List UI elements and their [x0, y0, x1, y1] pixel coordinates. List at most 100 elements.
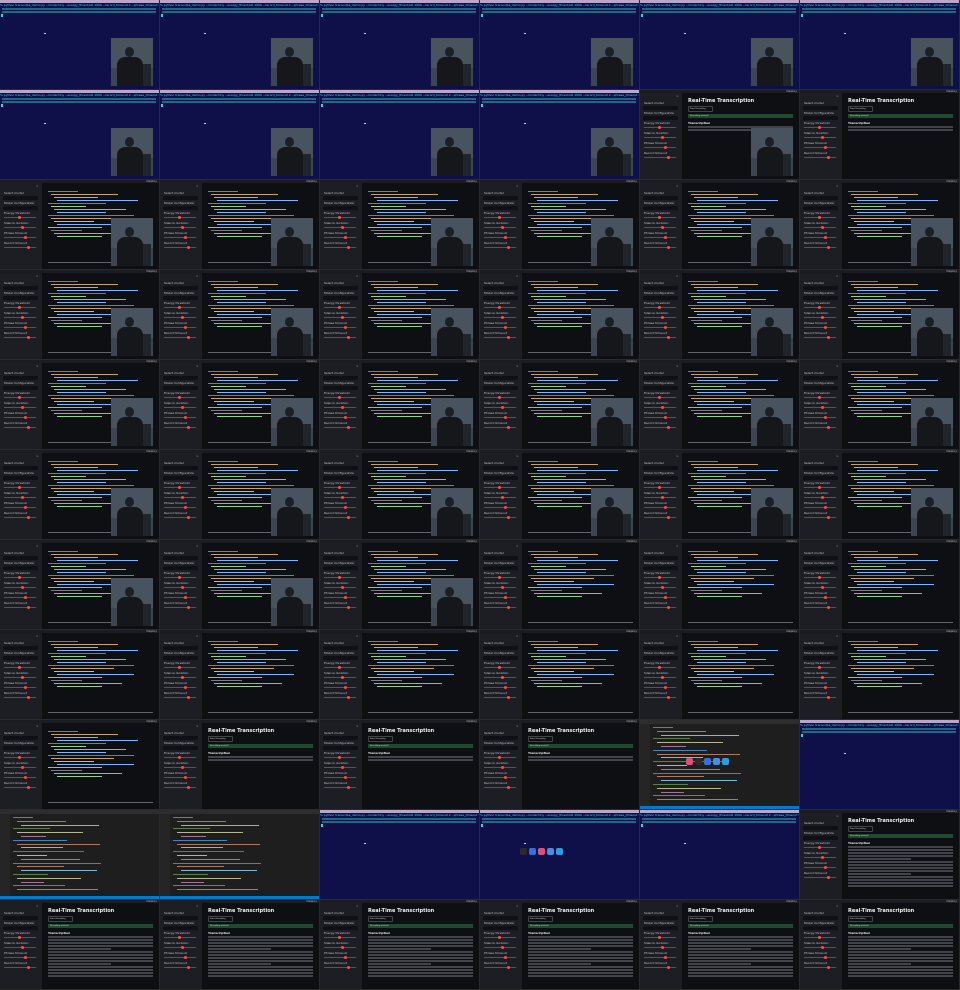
- sidebar-slider[interactable]: [644, 936, 676, 939]
- slider-knob[interactable]: [21, 946, 24, 949]
- deploy-button[interactable]: Deploy: [786, 180, 797, 183]
- editor-tabs[interactable]: [0, 810, 159, 814]
- sidebar-close-icon[interactable]: ×: [356, 545, 359, 548]
- sidebar-slider[interactable]: [484, 786, 516, 789]
- slider-knob[interactable]: [24, 686, 27, 689]
- sidebar-slider[interactable]: [804, 496, 836, 499]
- sidebar-slider[interactable]: [644, 596, 676, 599]
- sidebar-slider[interactable]: [804, 306, 836, 309]
- sidebar-slider[interactable]: [164, 506, 196, 509]
- start-recording-button[interactable]: Start Recording: [368, 736, 393, 742]
- sidebar-slider[interactable]: [324, 786, 356, 789]
- deploy-button[interactable]: Deploy: [466, 630, 477, 633]
- config-select[interactable]: [323, 206, 358, 210]
- slider-knob[interactable]: [821, 496, 824, 499]
- config-select[interactable]: [163, 476, 198, 480]
- deploy-button[interactable]: Deploy: [946, 270, 957, 273]
- sidebar-slider[interactable]: [324, 486, 356, 489]
- slider-knob[interactable]: [507, 246, 510, 249]
- sidebar-slider[interactable]: [484, 936, 516, 939]
- config-select[interactable]: [643, 476, 678, 480]
- sidebar-close-icon[interactable]: ×: [676, 905, 679, 908]
- sidebar-slider[interactable]: [4, 246, 36, 249]
- sidebar-close-icon[interactable]: ×: [836, 455, 839, 458]
- sidebar-slider[interactable]: [804, 856, 836, 859]
- model-select[interactable]: [803, 196, 838, 200]
- model-select[interactable]: [323, 286, 358, 290]
- dock-app-icon[interactable]: [713, 758, 720, 765]
- model-select[interactable]: [803, 916, 838, 920]
- config-select[interactable]: [3, 386, 38, 390]
- slider-knob[interactable]: [827, 966, 830, 969]
- sidebar-slider[interactable]: [644, 426, 676, 429]
- slider-knob[interactable]: [827, 876, 830, 879]
- slider-knob[interactable]: [24, 596, 27, 599]
- model-select[interactable]: [483, 646, 518, 650]
- slider-knob[interactable]: [498, 576, 501, 579]
- slider-knob[interactable]: [344, 776, 347, 779]
- config-select[interactable]: [643, 656, 678, 660]
- slider-knob[interactable]: [658, 486, 661, 489]
- deploy-button[interactable]: Deploy: [786, 900, 797, 903]
- sidebar-slider[interactable]: [804, 486, 836, 489]
- deploy-button[interactable]: Deploy: [786, 450, 797, 453]
- sidebar-close-icon[interactable]: ×: [196, 545, 199, 548]
- slider-knob[interactable]: [504, 416, 507, 419]
- slider-knob[interactable]: [821, 856, 824, 859]
- sidebar-close-icon[interactable]: ×: [36, 545, 39, 548]
- config-select[interactable]: [643, 116, 678, 120]
- model-select[interactable]: [323, 466, 358, 470]
- model-select[interactable]: [803, 646, 838, 650]
- sidebar-slider[interactable]: [324, 756, 356, 759]
- sidebar-slider[interactable]: [644, 516, 676, 519]
- slider-knob[interactable]: [664, 416, 667, 419]
- sidebar-slider[interactable]: [804, 596, 836, 599]
- sidebar-slider[interactable]: [324, 306, 356, 309]
- sidebar-slider[interactable]: [484, 686, 516, 689]
- slider-knob[interactable]: [664, 596, 667, 599]
- sidebar-close-icon[interactable]: ×: [36, 635, 39, 638]
- sidebar-slider[interactable]: [4, 426, 36, 429]
- sidebar-slider[interactable]: [324, 776, 356, 779]
- slider-knob[interactable]: [347, 246, 350, 249]
- slider-knob[interactable]: [338, 756, 341, 759]
- slider-knob[interactable]: [21, 676, 24, 679]
- sidebar-slider[interactable]: [644, 666, 676, 669]
- slider-knob[interactable]: [821, 316, 824, 319]
- config-select[interactable]: [483, 926, 518, 930]
- slider-knob[interactable]: [821, 136, 824, 139]
- slider-knob[interactable]: [27, 786, 30, 789]
- sidebar-slider[interactable]: [804, 936, 836, 939]
- sidebar-slider[interactable]: [644, 696, 676, 699]
- start-recording-button[interactable]: Start Recording: [368, 916, 393, 922]
- sidebar-close-icon[interactable]: ×: [836, 905, 839, 908]
- sidebar-slider[interactable]: [164, 956, 196, 959]
- sidebar-slider[interactable]: [484, 506, 516, 509]
- sidebar-close-icon[interactable]: ×: [836, 815, 839, 818]
- sidebar-slider[interactable]: [324, 686, 356, 689]
- slider-knob[interactable]: [501, 316, 504, 319]
- slider-knob[interactable]: [827, 606, 830, 609]
- dock-app-icon[interactable]: [695, 758, 702, 765]
- slider-knob[interactable]: [507, 606, 510, 609]
- slider-knob[interactable]: [178, 306, 181, 309]
- slider-knob[interactable]: [18, 486, 21, 489]
- config-select[interactable]: [803, 656, 838, 660]
- slider-knob[interactable]: [498, 936, 501, 939]
- sidebar-slider[interactable]: [644, 416, 676, 419]
- config-select[interactable]: [483, 656, 518, 660]
- slider-knob[interactable]: [24, 236, 27, 239]
- slider-knob[interactable]: [504, 506, 507, 509]
- sidebar-slider[interactable]: [324, 506, 356, 509]
- config-select[interactable]: [323, 746, 358, 750]
- slider-knob[interactable]: [187, 786, 190, 789]
- config-select[interactable]: [643, 926, 678, 930]
- slider-knob[interactable]: [27, 336, 30, 339]
- slider-knob[interactable]: [178, 756, 181, 759]
- slider-knob[interactable]: [661, 226, 664, 229]
- slider-knob[interactable]: [344, 686, 347, 689]
- slider-knob[interactable]: [184, 956, 187, 959]
- sidebar-slider[interactable]: [644, 606, 676, 609]
- sidebar-close-icon[interactable]: ×: [836, 275, 839, 278]
- slider-knob[interactable]: [341, 676, 344, 679]
